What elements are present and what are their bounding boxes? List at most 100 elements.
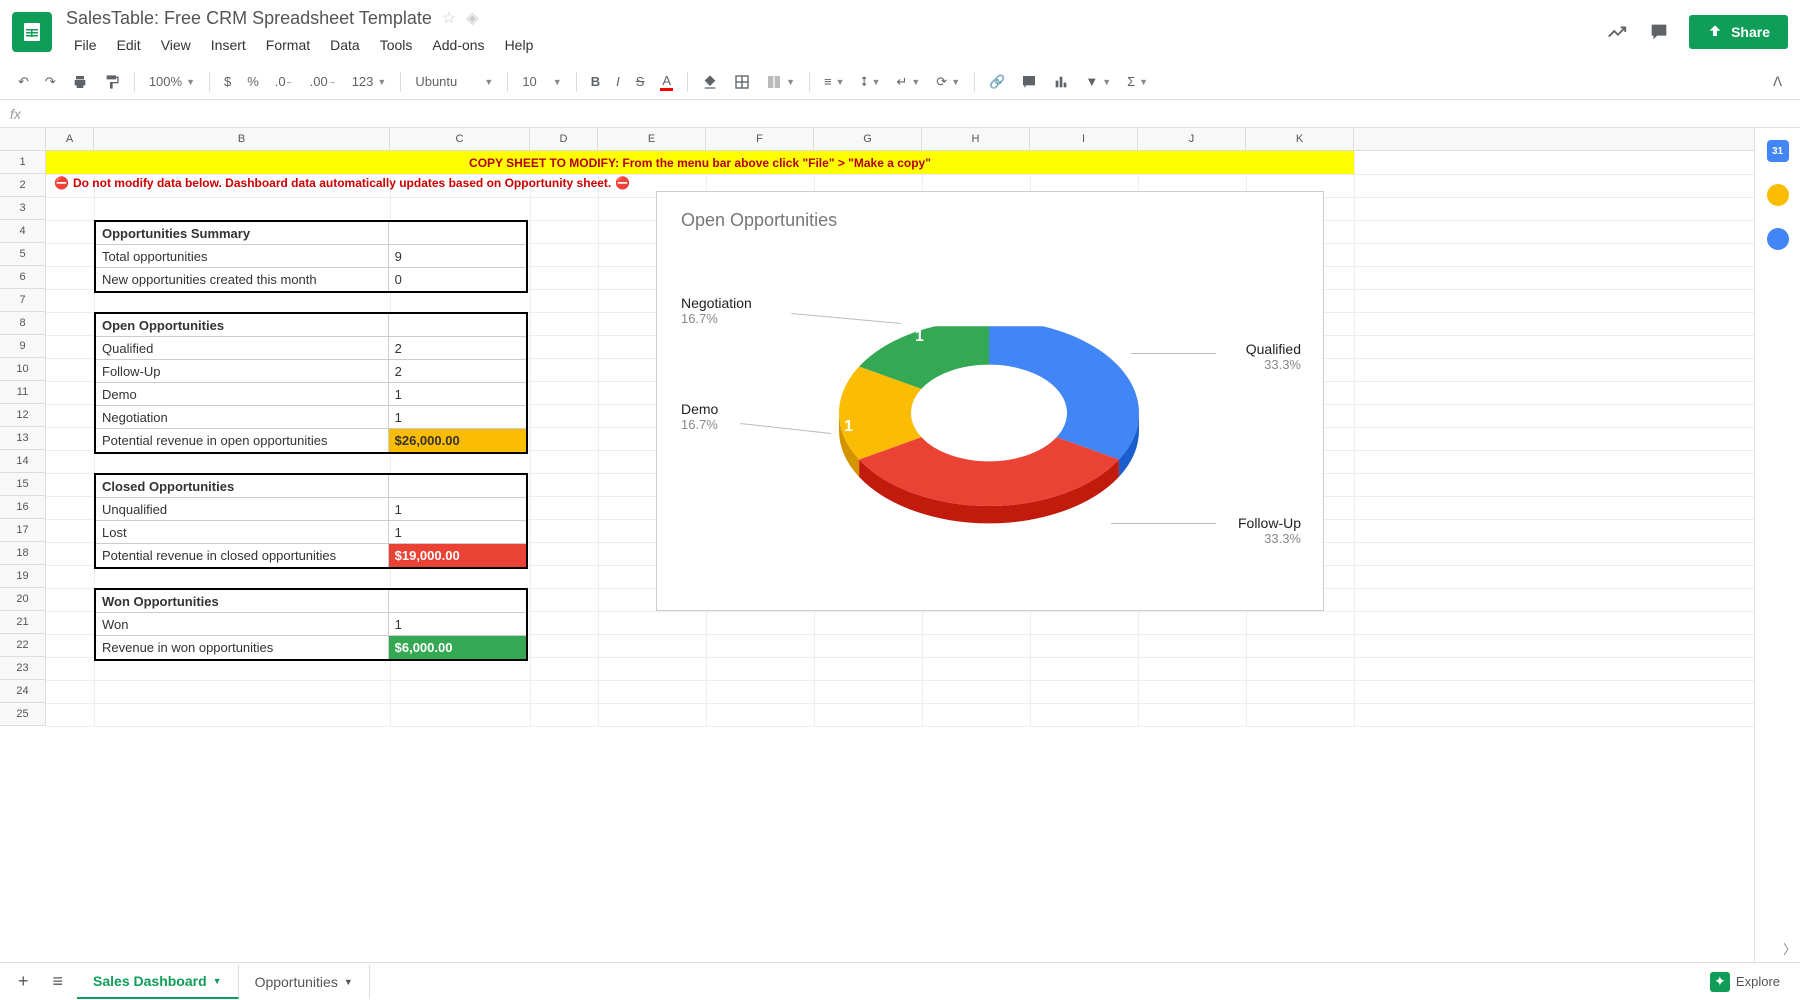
menu-help[interactable]: Help xyxy=(497,33,542,57)
row-header-20[interactable]: 20 xyxy=(0,588,46,611)
filter-icon[interactable]: ▼▼ xyxy=(1079,70,1117,93)
table-cell[interactable]: Follow-Up xyxy=(96,360,389,382)
table-cell[interactable]: 9 xyxy=(389,245,526,267)
col-header-D[interactable]: D xyxy=(530,128,598,150)
col-header-C[interactable]: C xyxy=(390,128,530,150)
row-header-15[interactable]: 15 xyxy=(0,473,46,496)
menu-data[interactable]: Data xyxy=(322,33,368,57)
row-header-6[interactable]: 6 xyxy=(0,266,46,289)
table-cell[interactable]: 1 xyxy=(389,498,526,520)
scroll-right-icon[interactable]: 〉 xyxy=(1783,939,1796,958)
table-cell[interactable]: $26,000.00 xyxy=(389,429,526,452)
table-cell[interactable]: Negotiation xyxy=(96,406,389,428)
row-header-10[interactable]: 10 xyxy=(0,358,46,381)
wrap-icon[interactable]: ↵▼ xyxy=(890,70,926,94)
col-header-F[interactable]: F xyxy=(706,128,814,150)
row-header-25[interactable]: 25 xyxy=(0,703,46,726)
percent-icon[interactable]: % xyxy=(241,70,265,93)
row-header-2[interactable]: 2 xyxy=(0,174,46,197)
row-header-13[interactable]: 13 xyxy=(0,427,46,450)
chart-open-opportunities[interactable]: Open Opportunities 2211Qualified33.3%Fol… xyxy=(656,191,1324,611)
row-header-18[interactable]: 18 xyxy=(0,542,46,565)
menu-tools[interactable]: Tools xyxy=(372,33,421,57)
row-header-8[interactable]: 8 xyxy=(0,312,46,335)
col-header-A[interactable]: A xyxy=(46,128,94,150)
col-header-G[interactable]: G xyxy=(814,128,922,150)
row-header-23[interactable]: 23 xyxy=(0,657,46,680)
document-title[interactable]: SalesTable: Free CRM Spreadsheet Templat… xyxy=(66,8,432,29)
row-header-17[interactable]: 17 xyxy=(0,519,46,542)
explore-button[interactable]: ✦ Explore xyxy=(1698,966,1792,998)
row-header-7[interactable]: 7 xyxy=(0,289,46,312)
v-align-icon[interactable]: ⭥▼ xyxy=(855,70,887,94)
table-cell[interactable]: Qualified xyxy=(96,337,389,359)
table-cell[interactable]: Total opportunities xyxy=(96,245,389,267)
increase-decimal-icon[interactable]: .00→ xyxy=(304,70,342,93)
row-header-4[interactable]: 4 xyxy=(0,220,46,243)
row-header-5[interactable]: 5 xyxy=(0,243,46,266)
row-header-11[interactable]: 11 xyxy=(0,381,46,404)
italic-icon[interactable]: I xyxy=(610,70,626,93)
table-cell[interactable]: Lost xyxy=(96,521,389,543)
menu-file[interactable]: File xyxy=(66,33,105,57)
row-header-19[interactable]: 19 xyxy=(0,565,46,588)
share-button[interactable]: Share xyxy=(1689,15,1788,49)
sheets-logo[interactable] xyxy=(12,12,52,52)
table-cell[interactable]: Demo xyxy=(96,383,389,405)
table-cell[interactable]: Unqualified xyxy=(96,498,389,520)
h-align-icon[interactable]: ≡▼ xyxy=(818,70,851,93)
fill-color-icon[interactable] xyxy=(696,70,724,94)
table-cell[interactable]: 2 xyxy=(389,360,526,382)
menu-view[interactable]: View xyxy=(153,33,199,57)
table-cell[interactable]: 1 xyxy=(389,383,526,405)
move-icon[interactable]: ◈ xyxy=(466,8,478,28)
col-header-J[interactable]: J xyxy=(1138,128,1246,150)
star-icon[interactable]: ☆ xyxy=(442,8,456,28)
row-header-9[interactable]: 9 xyxy=(0,335,46,358)
borders-icon[interactable] xyxy=(728,70,756,94)
strike-icon[interactable]: S xyxy=(630,70,651,93)
all-sheets-button[interactable]: ≡ xyxy=(43,965,74,998)
formula-bar[interactable]: fx xyxy=(0,100,1800,128)
row-header-22[interactable]: 22 xyxy=(0,634,46,657)
table-cell[interactable]: 1 xyxy=(389,406,526,428)
col-header-K[interactable]: K xyxy=(1246,128,1354,150)
table-cell[interactable]: 0 xyxy=(389,268,526,291)
chart-icon[interactable] xyxy=(1047,70,1075,94)
table-cell[interactable]: Potential revenue in closed opportunitie… xyxy=(96,544,389,567)
paint-format-icon[interactable] xyxy=(98,70,126,94)
row-header-16[interactable]: 16 xyxy=(0,496,46,519)
table-cell[interactable]: $19,000.00 xyxy=(389,544,526,567)
undo-icon[interactable]: ↶ xyxy=(12,70,35,94)
col-header-H[interactable]: H xyxy=(922,128,1030,150)
table-cell[interactable]: 2 xyxy=(389,337,526,359)
select-all-corner[interactable] xyxy=(0,128,46,150)
row-header-24[interactable]: 24 xyxy=(0,680,46,703)
table-cell[interactable]: Potential revenue in open opportunities xyxy=(96,429,389,452)
rotate-icon[interactable]: ⟳▼ xyxy=(930,70,966,94)
add-sheet-button[interactable]: + xyxy=(8,965,39,998)
font-select[interactable]: Ubuntu▼ xyxy=(409,70,499,93)
functions-icon[interactable]: Σ▼ xyxy=(1121,70,1154,93)
tab-sales-dashboard[interactable]: Sales Dashboard▼ xyxy=(77,965,239,999)
row-header-21[interactable]: 21 xyxy=(0,611,46,634)
row-header-1[interactable]: 1 xyxy=(0,151,46,174)
table-cell[interactable]: 1 xyxy=(389,521,526,543)
row-header-3[interactable]: 3 xyxy=(0,197,46,220)
comment-tool-icon[interactable] xyxy=(1015,70,1043,94)
tasks-icon[interactable] xyxy=(1767,228,1789,250)
table-cell[interactable]: 1 xyxy=(389,613,526,635)
decrease-decimal-icon[interactable]: .0← xyxy=(269,70,300,93)
tab-opportunities[interactable]: Opportunities▼ xyxy=(239,965,370,999)
table-cell[interactable]: $6,000.00 xyxy=(389,636,526,659)
comment-icon[interactable] xyxy=(1647,20,1671,44)
print-icon[interactable] xyxy=(66,70,94,94)
table-cell[interactable]: Won xyxy=(96,613,389,635)
menu-format[interactable]: Format xyxy=(258,33,318,57)
currency-icon[interactable]: $ xyxy=(218,70,237,93)
bold-icon[interactable]: B xyxy=(585,70,606,93)
merge-icon[interactable]: ▼ xyxy=(760,70,801,94)
font-size-select[interactable]: 10▼ xyxy=(516,70,567,93)
row-header-14[interactable]: 14 xyxy=(0,450,46,473)
menu-insert[interactable]: Insert xyxy=(203,33,254,57)
